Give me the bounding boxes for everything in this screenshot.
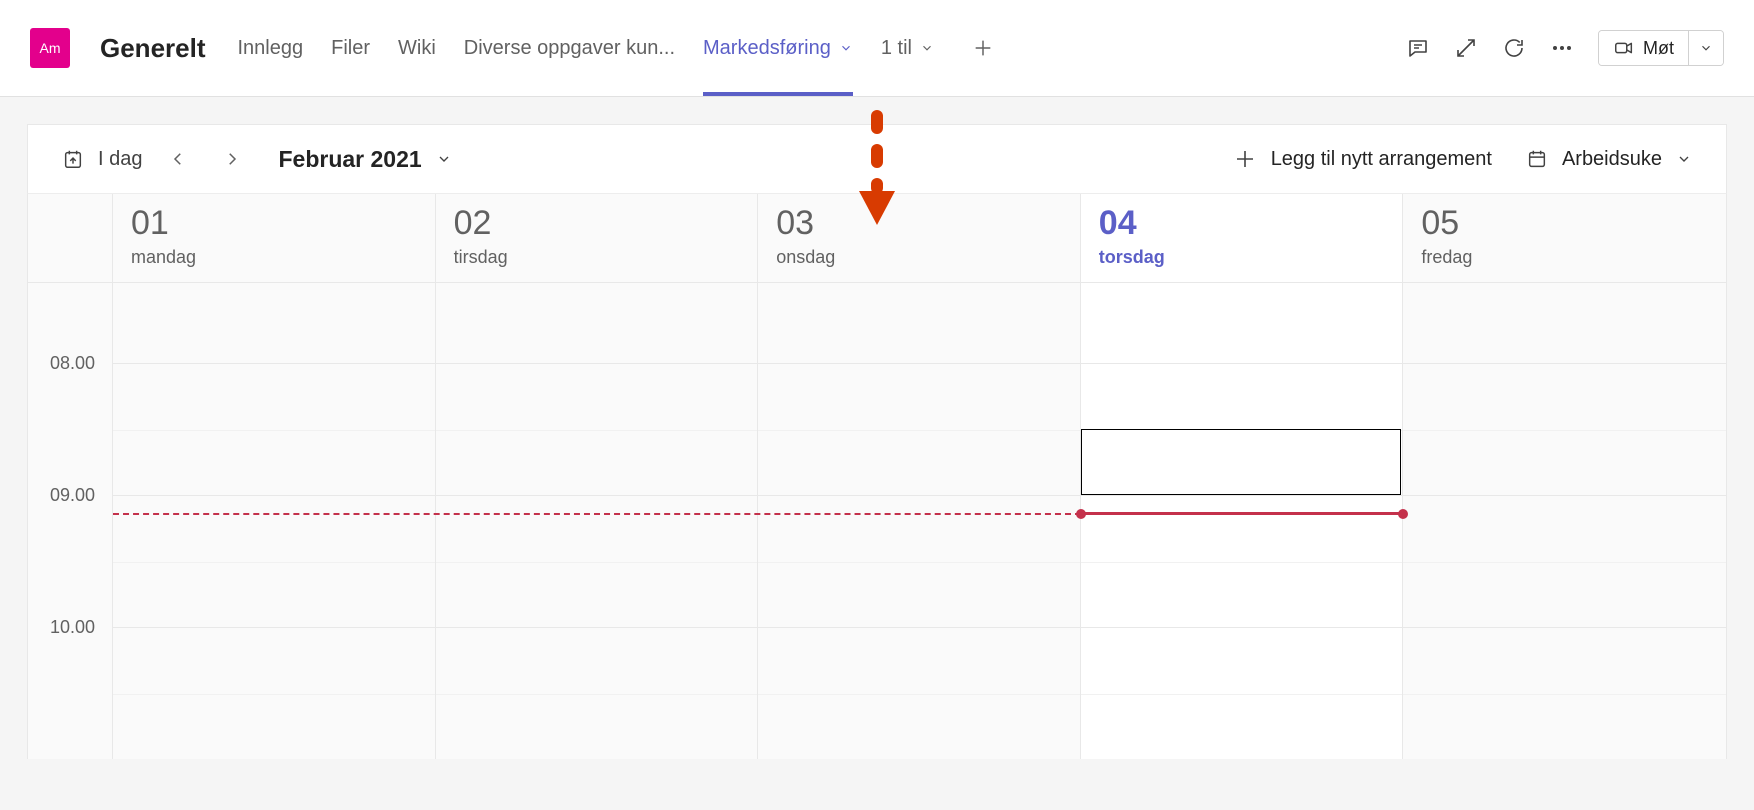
view-picker[interactable]: Arbeidsuke bbox=[1526, 148, 1692, 171]
day-name: tirsdag bbox=[454, 247, 740, 268]
add-event-label: Legg til nytt arrangement bbox=[1271, 148, 1492, 171]
tab-marketing[interactable]: Markedsføring bbox=[703, 0, 853, 96]
gutter-cell: 08.00 bbox=[28, 363, 113, 495]
chevron-down-icon bbox=[436, 151, 452, 167]
calendar-toolbar-right: Legg til nytt arrangement Arbeidsuke bbox=[1233, 147, 1692, 171]
day-header-wed[interactable]: 03 onsdag bbox=[758, 194, 1081, 282]
prev-week-button[interactable] bbox=[160, 141, 196, 177]
tab-marketing-label: Markedsføring bbox=[703, 37, 831, 60]
tab-files[interactable]: Filer bbox=[331, 0, 370, 96]
add-event-button[interactable]: Legg til nytt arrangement bbox=[1233, 147, 1492, 171]
month-picker[interactable]: Februar 2021 bbox=[278, 146, 451, 173]
view-label: Arbeidsuke bbox=[1562, 148, 1662, 171]
channel-tabs: Innlegg Filer Wiki Diverse oppgaver kun.… bbox=[238, 0, 1004, 96]
gutter-cell: 09.00 bbox=[28, 495, 113, 627]
conversation-icon[interactable] bbox=[1406, 36, 1430, 60]
hour-row-1000: 10.00 bbox=[28, 627, 1726, 759]
plus-icon bbox=[1233, 147, 1257, 171]
gutter-cell: 10.00 bbox=[28, 627, 113, 759]
today-label: I dag bbox=[98, 148, 142, 171]
meet-dropdown-button[interactable] bbox=[1688, 31, 1723, 65]
day-header-fri[interactable]: 05 fredag bbox=[1403, 194, 1726, 282]
day-cell[interactable] bbox=[1403, 495, 1726, 627]
hour-label: 08.00 bbox=[50, 353, 95, 374]
team-avatar: Am bbox=[30, 28, 70, 68]
header-actions: Møt bbox=[1406, 30, 1724, 66]
day-num: 05 bbox=[1421, 204, 1708, 243]
day-cell[interactable] bbox=[758, 283, 1081, 363]
expand-icon[interactable] bbox=[1454, 36, 1478, 60]
add-tab-button[interactable] bbox=[962, 37, 1004, 59]
day-cell[interactable] bbox=[113, 363, 436, 495]
day-num: 03 bbox=[776, 204, 1062, 243]
meet-button-group: Møt bbox=[1598, 30, 1724, 66]
next-week-button[interactable] bbox=[214, 141, 250, 177]
day-cell[interactable] bbox=[436, 283, 759, 363]
calendar-grid: 08.00 09.00 10.00 bbox=[27, 283, 1727, 759]
day-name: mandag bbox=[131, 247, 417, 268]
now-indicator-dot bbox=[1076, 509, 1086, 519]
hour-label: 09.00 bbox=[50, 485, 95, 506]
day-cell[interactable] bbox=[1403, 283, 1726, 363]
chevron-down-icon bbox=[1676, 151, 1692, 167]
day-cell[interactable] bbox=[1403, 627, 1726, 759]
tab-more[interactable]: 1 til bbox=[881, 0, 934, 96]
refresh-icon[interactable] bbox=[1502, 36, 1526, 60]
now-indicator-solid bbox=[1081, 512, 1404, 515]
tab-diverse[interactable]: Diverse oppgaver kun... bbox=[464, 0, 675, 96]
chevron-down-icon bbox=[839, 41, 853, 55]
meet-label: Møt bbox=[1643, 38, 1674, 59]
today-button[interactable]: I dag bbox=[62, 148, 142, 171]
day-cell[interactable] bbox=[758, 363, 1081, 495]
day-header-thu[interactable]: 04 torsdag bbox=[1081, 194, 1404, 282]
day-num: 01 bbox=[131, 204, 417, 243]
hour-row-0800: 08.00 bbox=[28, 363, 1726, 495]
hour-row-top bbox=[28, 283, 1726, 363]
day-cell[interactable] bbox=[1081, 283, 1404, 363]
calendar-view-icon bbox=[1526, 148, 1548, 170]
gutter-cell bbox=[28, 283, 113, 363]
calendar-toolbar: I dag Februar 2021 Legg til nytt arrange… bbox=[27, 124, 1727, 194]
day-name: fredag bbox=[1421, 247, 1708, 268]
tab-wiki[interactable]: Wiki bbox=[398, 0, 436, 96]
now-indicator-dot bbox=[1398, 509, 1408, 519]
day-cell[interactable] bbox=[113, 283, 436, 363]
calendar-today-icon bbox=[62, 148, 84, 170]
day-header-mon[interactable]: 01 mandag bbox=[113, 194, 436, 282]
meet-button[interactable]: Møt bbox=[1599, 31, 1688, 65]
day-cell[interactable] bbox=[1081, 363, 1404, 495]
day-header-tue[interactable]: 02 tirsdag bbox=[436, 194, 759, 282]
day-name: torsdag bbox=[1099, 247, 1385, 268]
chevron-down-icon bbox=[920, 41, 934, 55]
day-cell[interactable] bbox=[1081, 627, 1404, 759]
more-icon[interactable] bbox=[1550, 36, 1574, 60]
day-cell[interactable] bbox=[113, 627, 436, 759]
now-indicator-dashed bbox=[113, 513, 1081, 515]
day-num: 04 bbox=[1099, 204, 1385, 243]
day-cell[interactable] bbox=[1403, 363, 1726, 495]
day-num: 02 bbox=[454, 204, 740, 243]
day-cell[interactable] bbox=[758, 627, 1081, 759]
day-name: onsdag bbox=[776, 247, 1062, 268]
tab-content: I dag Februar 2021 Legg til nytt arrange… bbox=[0, 97, 1754, 759]
channel-header: Am Generelt Innlegg Filer Wiki Diverse o… bbox=[0, 0, 1754, 97]
channel-name: Generelt bbox=[100, 33, 206, 64]
tab-posts[interactable]: Innlegg bbox=[238, 0, 304, 96]
month-label: Februar 2021 bbox=[278, 146, 421, 173]
hour-label: 10.00 bbox=[50, 617, 95, 638]
day-cell[interactable] bbox=[436, 627, 759, 759]
gutter-header bbox=[28, 194, 113, 282]
video-icon bbox=[1613, 37, 1635, 59]
day-cell[interactable] bbox=[436, 363, 759, 495]
day-headers-row: 01 mandag 02 tirsdag 03 onsdag 04 torsda… bbox=[27, 194, 1727, 283]
tab-more-label: 1 til bbox=[881, 37, 912, 60]
